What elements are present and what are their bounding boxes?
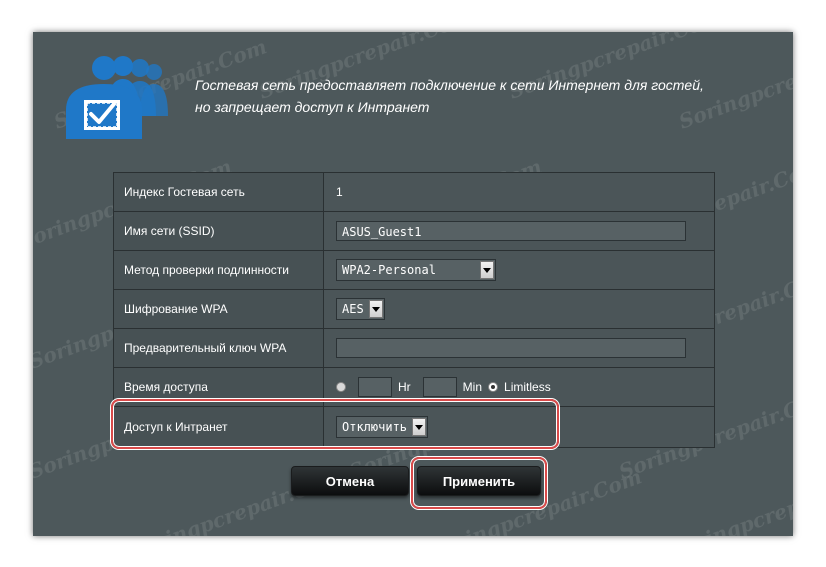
- cancel-button[interactable]: Отмена: [291, 466, 409, 496]
- wpa-encryption-value: AES: [342, 302, 364, 316]
- row-auth-method: Метод проверки подлинности WPA2-Personal: [114, 251, 714, 290]
- hours-input[interactable]: [358, 377, 392, 397]
- ssid-label: Имя сети (SSID): [114, 212, 324, 250]
- wpa-key-input[interactable]: [336, 338, 686, 358]
- chevron-down-icon[interactable]: [480, 261, 494, 279]
- row-ssid: Имя сети (SSID) ASUS_Guest1: [114, 212, 714, 251]
- row-wpa-key: Предварительный ключ WPA: [114, 329, 714, 368]
- index-label: Индекс Гостевая сеть: [114, 173, 324, 211]
- intranet-access-highlight: [111, 399, 559, 449]
- ssid-input[interactable]: ASUS_Guest1: [336, 221, 686, 241]
- row-wpa-encryption: Шифрование WPA AES: [114, 290, 714, 329]
- wpa-encryption-label: Шифрование WPA: [114, 290, 324, 328]
- row-index: Индекс Гостевая сеть 1: [114, 173, 714, 212]
- hours-label: Hr: [398, 380, 411, 394]
- limitless-label: Limitless: [504, 380, 551, 394]
- guest-network-panel: Soringpcrepair.Com Soringpcrepair.Com So…: [33, 32, 793, 536]
- minutes-label: Min: [462, 380, 483, 394]
- index-value: 1: [324, 173, 714, 211]
- access-time-radio-custom[interactable]: [336, 382, 346, 392]
- intro-text: Гостевая сеть предоставляет подключение …: [195, 74, 755, 118]
- chevron-down-icon[interactable]: [368, 300, 383, 318]
- access-time-radio-limitless[interactable]: [488, 382, 499, 392]
- guest-users-icon: [66, 56, 168, 139]
- intro-line-2: но запрещает доступ к Интранет: [195, 99, 430, 115]
- wpa-key-label: Предварительный ключ WPA: [114, 329, 324, 367]
- wpa-encryption-select[interactable]: AES: [336, 298, 385, 320]
- intro-line-1: Гостевая сеть предоставляет подключение …: [195, 77, 704, 93]
- minutes-input[interactable]: [422, 377, 457, 397]
- auth-method-value: WPA2-Personal: [342, 263, 436, 277]
- watermark: Soringpcrepair.Com: [665, 464, 793, 536]
- apply-button[interactable]: Применить: [417, 466, 541, 496]
- auth-method-label: Метод проверки подлинности: [114, 251, 324, 289]
- auth-method-select[interactable]: WPA2-Personal: [336, 259, 496, 281]
